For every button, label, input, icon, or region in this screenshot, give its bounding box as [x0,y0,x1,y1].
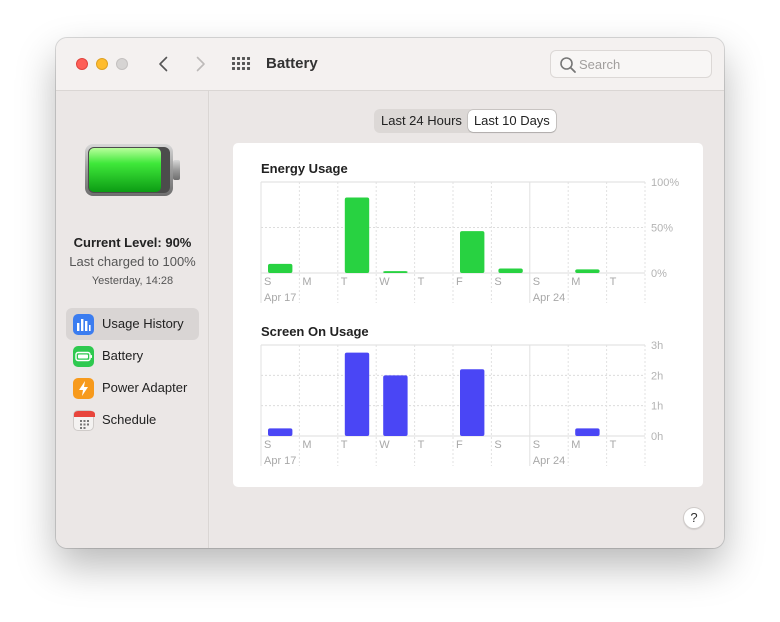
sidebar-item-power-adapter[interactable]: Power Adapter [66,372,199,404]
x-tick-label: T [610,276,617,288]
x-tick-label: M [302,439,311,451]
screen-on-usage-chart: 3h 2h 1h 0h S M T W T F S S M T Apr 17 Apr 24 [260,340,663,467]
sidebar-item-schedule[interactable]: Schedule [66,404,199,436]
battery-window: Battery Search Current Level: 90% Last c… [56,38,724,548]
sidebar-item-label: Battery [102,348,144,363]
bar [383,271,408,273]
bar [575,269,600,273]
time-range-control: Last 24 Hours Last 10 Days [374,109,557,133]
x-tick-label: M [571,276,580,288]
tab-last-24-hours[interactable]: Last 24 Hours [375,110,468,132]
sidebar: Current Level: 90% Last charged to 100% … [56,91,209,548]
x-tick-label: F [456,276,463,288]
grid-icon [232,57,250,70]
x-tick-label: S [264,276,271,288]
window-title: Battery [266,55,318,72]
x-tick-label: M [302,276,311,288]
date-label: Apr 17 [264,455,296,467]
title-bar: Battery [56,38,724,91]
bar [575,428,600,436]
x-tick-label: S [533,439,540,451]
battery-icon [73,346,94,367]
minimize-button[interactable] [96,58,108,70]
usage-charts: 100% 50% 0% S M T W T F S S M T Apr 17 Apr 24 3h 2h 1h 0h S… [260,177,679,467]
calendar-icon [73,410,95,431]
x-tick-label: S [494,439,501,451]
battery-level-icon [85,144,180,196]
bar [383,375,408,436]
x-tick-label: T [341,276,348,288]
sidebar-item-label: Power Adapter [102,380,188,395]
bar-chart-icon [73,314,94,335]
forward-button[interactable] [190,54,210,74]
x-tick-label: M [571,439,580,451]
x-tick-label: T [610,439,617,451]
close-button[interactable] [76,58,88,70]
x-tick-label: W [379,439,390,451]
zoom-button[interactable] [116,58,128,70]
sidebar-item-battery[interactable]: Battery [66,340,199,372]
y-tick-label: 0h [651,431,663,443]
last-charged-time: Yesterday, 14:28 [91,275,174,287]
x-tick-label: W [379,276,390,288]
y-tick-label: 50% [651,223,673,235]
tab-last-10-days[interactable]: Last 10 Days [467,110,556,132]
x-tick-label: F [456,439,463,451]
sidebar-item-usage-history[interactable]: Usage History [66,308,199,340]
y-tick-label: 100% [651,177,679,189]
bar [268,428,293,436]
last-charged-text: Last charged to 100% [69,254,196,269]
show-all-button[interactable] [231,55,251,73]
main-content: Last 24 Hours Last 10 Days Energy Usage … [210,91,724,548]
bar [344,352,370,436]
search-field[interactable] [550,50,712,78]
x-tick-label: T [341,439,348,451]
bar [460,231,485,273]
back-button[interactable] [154,54,174,74]
x-tick-label: S [494,276,501,288]
search-input[interactable] [579,55,705,73]
lightning-icon [73,378,94,399]
bar [344,197,370,273]
current-level-text: Current Level: 90% [73,235,192,250]
help-button[interactable]: ? [683,507,705,529]
y-tick-label: 0% [651,268,667,280]
x-tick-label: T [418,276,425,288]
y-tick-label: 1h [651,401,663,413]
bar [268,263,293,273]
bar [498,268,523,273]
chevron-left-icon [159,56,168,72]
x-tick-label: T [418,439,425,451]
search-icon [560,57,576,73]
date-label: Apr 24 [533,455,565,467]
x-tick-label: S [533,276,540,288]
date-label: Apr 17 [264,292,296,304]
usage-panel: Energy Usage Screen On Usage 100% 50% 0% S M… [233,143,703,487]
date-label: Apr 24 [533,292,565,304]
x-tick-label: S [264,439,271,451]
energy-usage-chart: 100% 50% 0% S M T W T F S S M T Apr 17 Apr 24 [260,177,679,304]
sidebar-item-label: Usage History [102,316,184,331]
bar [460,369,485,436]
sidebar-item-label: Schedule [102,412,157,427]
y-tick-label: 3h [651,340,663,352]
chevron-right-icon [196,56,205,72]
y-tick-label: 2h [651,370,663,382]
